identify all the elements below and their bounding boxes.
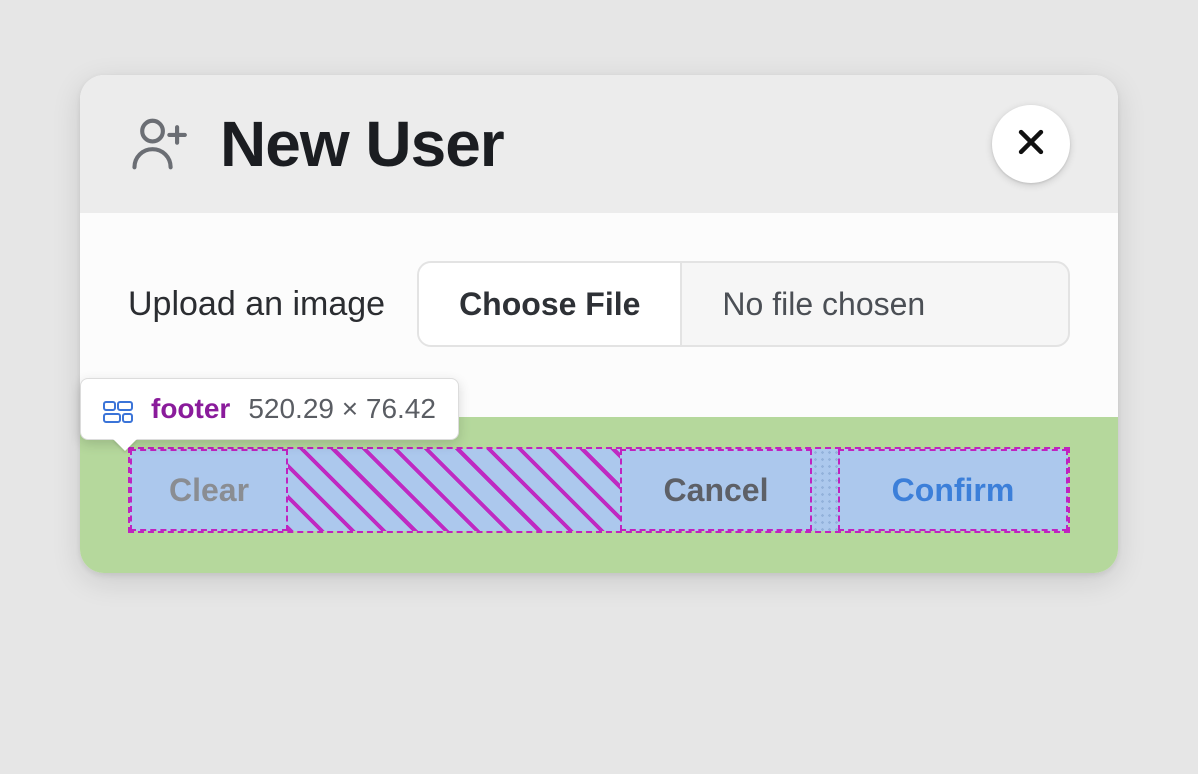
upload-label: Upload an image xyxy=(128,285,385,324)
confirm-button[interactable]: Confirm xyxy=(838,449,1068,531)
inspect-element-tag: footer xyxy=(151,393,230,425)
choose-file-button[interactable]: Choose File xyxy=(419,263,682,345)
flex-spacer xyxy=(288,449,620,531)
user-plus-icon xyxy=(128,113,190,175)
footer-flex-container: Clear Cancel Confirm xyxy=(128,447,1070,533)
close-button[interactable] xyxy=(992,105,1070,183)
new-user-dialog: New User Upload an image Choose File No … xyxy=(80,75,1118,573)
devtools-element-tooltip: footer 520.29 × 76.42 xyxy=(80,378,459,440)
dialog-title: New User xyxy=(220,107,962,181)
dialog-footer: Clear Cancel Confirm xyxy=(80,417,1118,573)
dialog-header: New User xyxy=(80,75,1118,213)
cancel-button[interactable]: Cancel xyxy=(620,449,812,531)
flex-gap xyxy=(812,449,838,531)
flex-badge-icon xyxy=(103,398,133,420)
file-status: No file chosen xyxy=(682,263,1068,345)
clear-button[interactable]: Clear xyxy=(130,449,288,531)
close-icon xyxy=(1014,125,1048,164)
file-input[interactable]: Choose File No file chosen xyxy=(417,261,1070,347)
inspect-element-dimensions: 520.29 × 76.42 xyxy=(248,393,436,425)
